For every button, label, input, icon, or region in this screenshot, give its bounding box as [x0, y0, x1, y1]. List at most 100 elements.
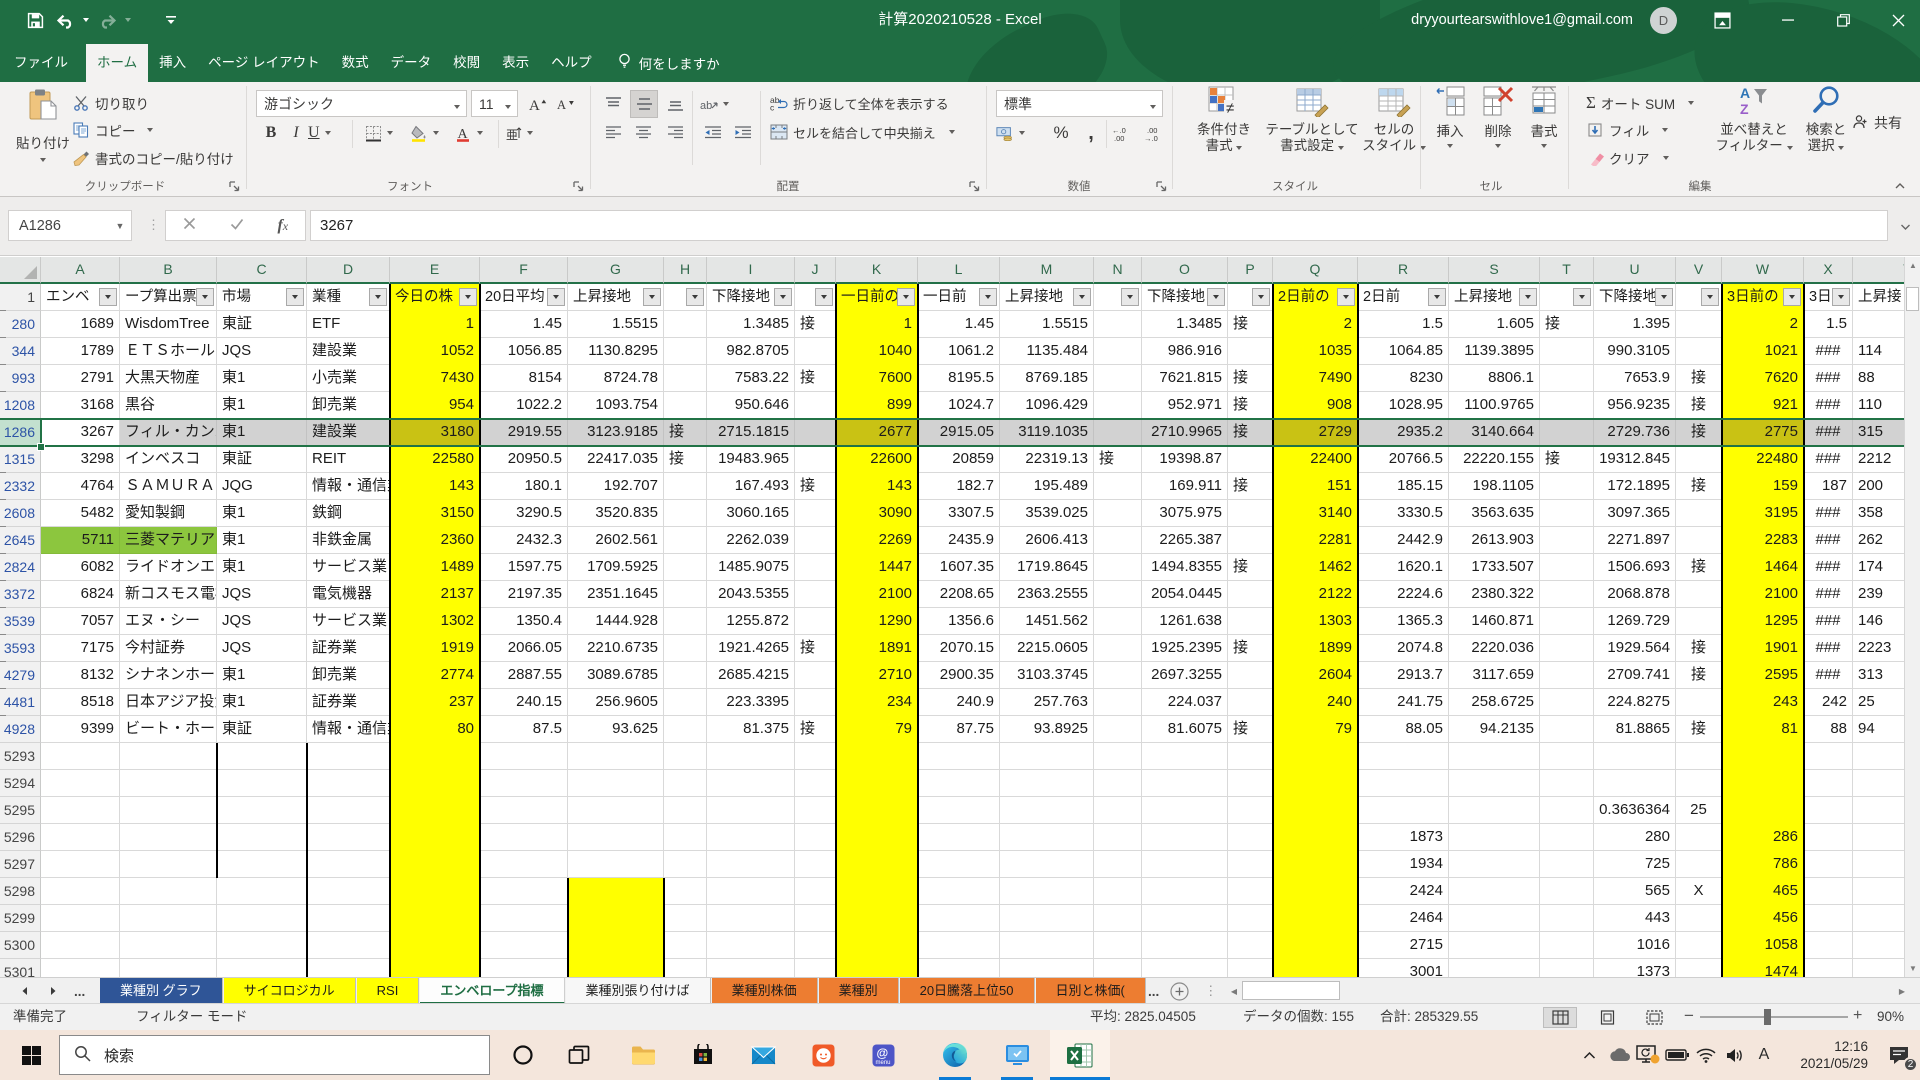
cell-O1[interactable]: 下降接地 [1142, 284, 1228, 311]
cell-G280[interactable]: 1.5515 [568, 311, 664, 338]
cell-H2645[interactable] [664, 527, 707, 554]
cell-P5300[interactable] [1228, 932, 1273, 959]
cell-N5299[interactable] [1094, 905, 1142, 932]
cell-E5294[interactable] [390, 770, 480, 797]
italic-button[interactable]: I [286, 121, 306, 145]
sync-icon[interactable] [1633, 1030, 1662, 1080]
alignment-dialog-launcher[interactable] [968, 180, 982, 194]
sheet-tabs-overflow[interactable]: ... [1148, 978, 1159, 1004]
cell-D5298[interactable] [307, 878, 390, 905]
cell-E5297[interactable] [390, 851, 480, 878]
cell-X5300[interactable] [1804, 932, 1853, 959]
cell-I3593[interactable]: 1921.4265 [707, 635, 795, 662]
microsoft-store-button[interactable] [680, 1030, 726, 1080]
mail-button[interactable] [740, 1030, 786, 1080]
filter-button-A[interactable] [99, 288, 117, 306]
cell-G5301[interactable] [568, 959, 664, 977]
cell-V2824[interactable]: 接 [1676, 554, 1722, 581]
cell-E5299[interactable] [390, 905, 480, 932]
cell-A2608[interactable]: 5482 [41, 500, 120, 527]
cell-I5296[interactable] [707, 824, 795, 851]
cell-S280[interactable]: 1.605 [1449, 311, 1540, 338]
cell-C5301[interactable] [217, 959, 307, 977]
cell-S5301[interactable] [1449, 959, 1540, 977]
clipboard-dialog-launcher[interactable] [228, 180, 242, 194]
cell-N2645[interactable] [1094, 527, 1142, 554]
cell-U5294[interactable] [1594, 770, 1676, 797]
column-header-X[interactable]: X [1804, 257, 1853, 284]
cell-S993[interactable]: 8806.1 [1449, 365, 1540, 392]
column-header-U[interactable]: U [1594, 257, 1676, 284]
cell-Q1286[interactable]: 2729 [1273, 419, 1358, 446]
cell-N344[interactable] [1094, 338, 1142, 365]
cell-Y3593[interactable]: 2223 [1853, 635, 1904, 662]
cell-A5297[interactable] [41, 851, 120, 878]
cell-G993[interactable]: 8724.78 [568, 365, 664, 392]
scroll-down-arrow[interactable]: ▼ [1905, 960, 1920, 977]
cell-O3593[interactable]: 1925.2395 [1142, 635, 1228, 662]
cell-R5297[interactable]: 1934 [1358, 851, 1449, 878]
cell-H5300[interactable] [664, 932, 707, 959]
cell-O2332[interactable]: 169.911 [1142, 473, 1228, 500]
cell-N4279[interactable] [1094, 662, 1142, 689]
cell-W5300[interactable]: 1058 [1722, 932, 1804, 959]
cell-Y5296[interactable] [1853, 824, 1904, 851]
cell-M1208[interactable]: 1096.429 [1000, 392, 1094, 419]
cell-C5300[interactable] [217, 932, 307, 959]
cell-S4481[interactable]: 258.6725 [1449, 689, 1540, 716]
row-header-4928[interactable]: 4928 [0, 716, 41, 743]
cell-F5297[interactable] [480, 851, 568, 878]
cell-X5293[interactable] [1804, 743, 1853, 770]
cell-G5299[interactable] [568, 905, 664, 932]
cell-Y5293[interactable] [1853, 743, 1904, 770]
cell-J5298[interactable] [795, 878, 836, 905]
cell-E1[interactable]: 今日の株 [390, 284, 480, 311]
cell-A3593[interactable]: 7175 [41, 635, 120, 662]
start-button[interactable] [8, 1030, 54, 1080]
filter-button-M[interactable] [1073, 288, 1091, 306]
cell-F2332[interactable]: 180.1 [480, 473, 568, 500]
cell-G2332[interactable]: 192.707 [568, 473, 664, 500]
filter-button-O[interactable] [1207, 288, 1225, 306]
cell-U1315[interactable]: 19312.845 [1594, 446, 1676, 473]
cell-V4481[interactable] [1676, 689, 1722, 716]
cell-G1315[interactable]: 22417.035 [568, 446, 664, 473]
cell-T1[interactable] [1540, 284, 1594, 311]
cell-X4928[interactable]: 88 [1804, 716, 1853, 743]
cell-Y2332[interactable]: 200 [1853, 473, 1904, 500]
cell-T5294[interactable] [1540, 770, 1594, 797]
cell-X4481[interactable]: 242 [1804, 689, 1853, 716]
cell-M5299[interactable] [1000, 905, 1094, 932]
collapse-ribbon-button[interactable] [1894, 178, 1906, 194]
column-header-G[interactable]: G [568, 257, 664, 284]
decrease-decimal-button[interactable]: .00→.0 [1142, 121, 1172, 145]
row-header-5297[interactable]: 5297 [0, 851, 41, 878]
cell-Q3372[interactable]: 2122 [1273, 581, 1358, 608]
cell-G5296[interactable] [568, 824, 664, 851]
cell-F4928[interactable]: 87.5 [480, 716, 568, 743]
cell-K5298[interactable] [836, 878, 918, 905]
cell-M3593[interactable]: 2215.0605 [1000, 635, 1094, 662]
row-header-993[interactable]: 993 [0, 365, 41, 392]
row-header-2332[interactable]: 2332 [0, 473, 41, 500]
cell-S1286[interactable]: 3140.664 [1449, 419, 1540, 446]
cell-R4928[interactable]: 88.05 [1358, 716, 1449, 743]
share-button[interactable]: 共有 [1852, 113, 1902, 133]
cell-O5301[interactable] [1142, 959, 1228, 977]
cell-F344[interactable]: 1056.85 [480, 338, 568, 365]
font-size-combo[interactable]: 11 [471, 90, 518, 117]
orange-app-button[interactable] [800, 1030, 846, 1080]
cell-A993[interactable]: 2791 [41, 365, 120, 392]
cell-K5295[interactable] [836, 797, 918, 824]
avatar[interactable]: D [1650, 7, 1677, 34]
cell-T4928[interactable] [1540, 716, 1594, 743]
cell-M1315[interactable]: 22319.13 [1000, 446, 1094, 473]
cell-T5300[interactable] [1540, 932, 1594, 959]
cell-A4481[interactable]: 8518 [41, 689, 120, 716]
increase-indent-button[interactable] [730, 121, 756, 145]
percent-style-button[interactable]: % [1048, 121, 1074, 145]
cell-W4481[interactable]: 243 [1722, 689, 1804, 716]
cell-P4928[interactable]: 接 [1228, 716, 1273, 743]
enter-button[interactable] [230, 217, 244, 235]
cell-Y5299[interactable] [1853, 905, 1904, 932]
